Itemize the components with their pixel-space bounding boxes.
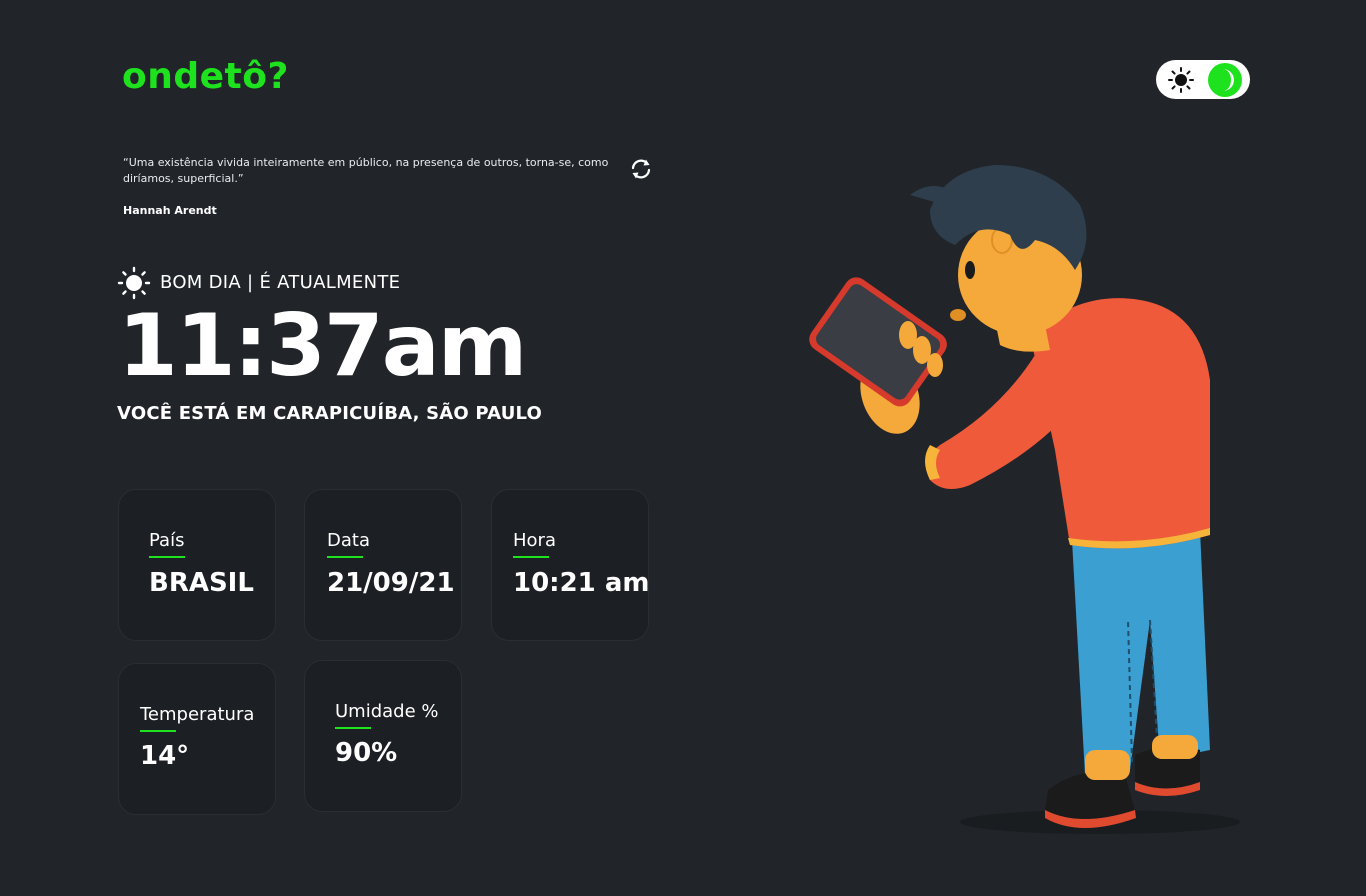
card-label: País (149, 530, 185, 551)
person-phone-illustration (809, 165, 1240, 834)
card-value: 21/09/21 (327, 568, 455, 598)
page: ondetô? “Uma existência vivida inteirame… (0, 0, 1366, 896)
theme-toggle[interactable] (1156, 60, 1250, 99)
country-card: País BRASIL (118, 489, 276, 641)
card-underline (149, 556, 185, 558)
logo[interactable]: ondetô? (122, 56, 289, 97)
card-label: Temperatura (140, 704, 255, 725)
card-label: Data (327, 530, 370, 551)
card-value: BRASIL (149, 568, 254, 598)
card-underline (335, 727, 371, 729)
sun-icon (1168, 67, 1194, 93)
card-value: 10:21 am (513, 568, 650, 598)
card-underline (327, 556, 363, 558)
quote-author: Hannah Arendt (123, 204, 217, 217)
card-label: Hora (513, 530, 556, 551)
location-text: VOCÊ ESTÁ EM CARAPICUÍBA, SÃO PAULO (117, 403, 543, 424)
toggle-knob[interactable] (1208, 63, 1242, 97)
card-label: Umidade % (335, 701, 439, 722)
moon-icon (1223, 69, 1234, 91)
time-card: Hora 10:21 am (491, 489, 649, 641)
humidity-card: Umidade % 90% (304, 660, 462, 812)
quote-text: “Uma existência vivida inteiramente em p… (123, 156, 609, 185)
card-value: 14° (140, 741, 190, 771)
date-card: Data 21/09/21 (304, 489, 462, 641)
greeting-text: BOM DIA | É ATUALMENTE (160, 272, 401, 293)
card-value: 90% (335, 738, 398, 768)
sun-icon (117, 266, 151, 300)
current-time: 11:37am (118, 296, 527, 396)
card-underline (140, 730, 176, 732)
temperature-card: Temperatura 14° (118, 663, 276, 815)
card-underline (513, 556, 549, 558)
refresh-icon[interactable] (628, 156, 654, 182)
